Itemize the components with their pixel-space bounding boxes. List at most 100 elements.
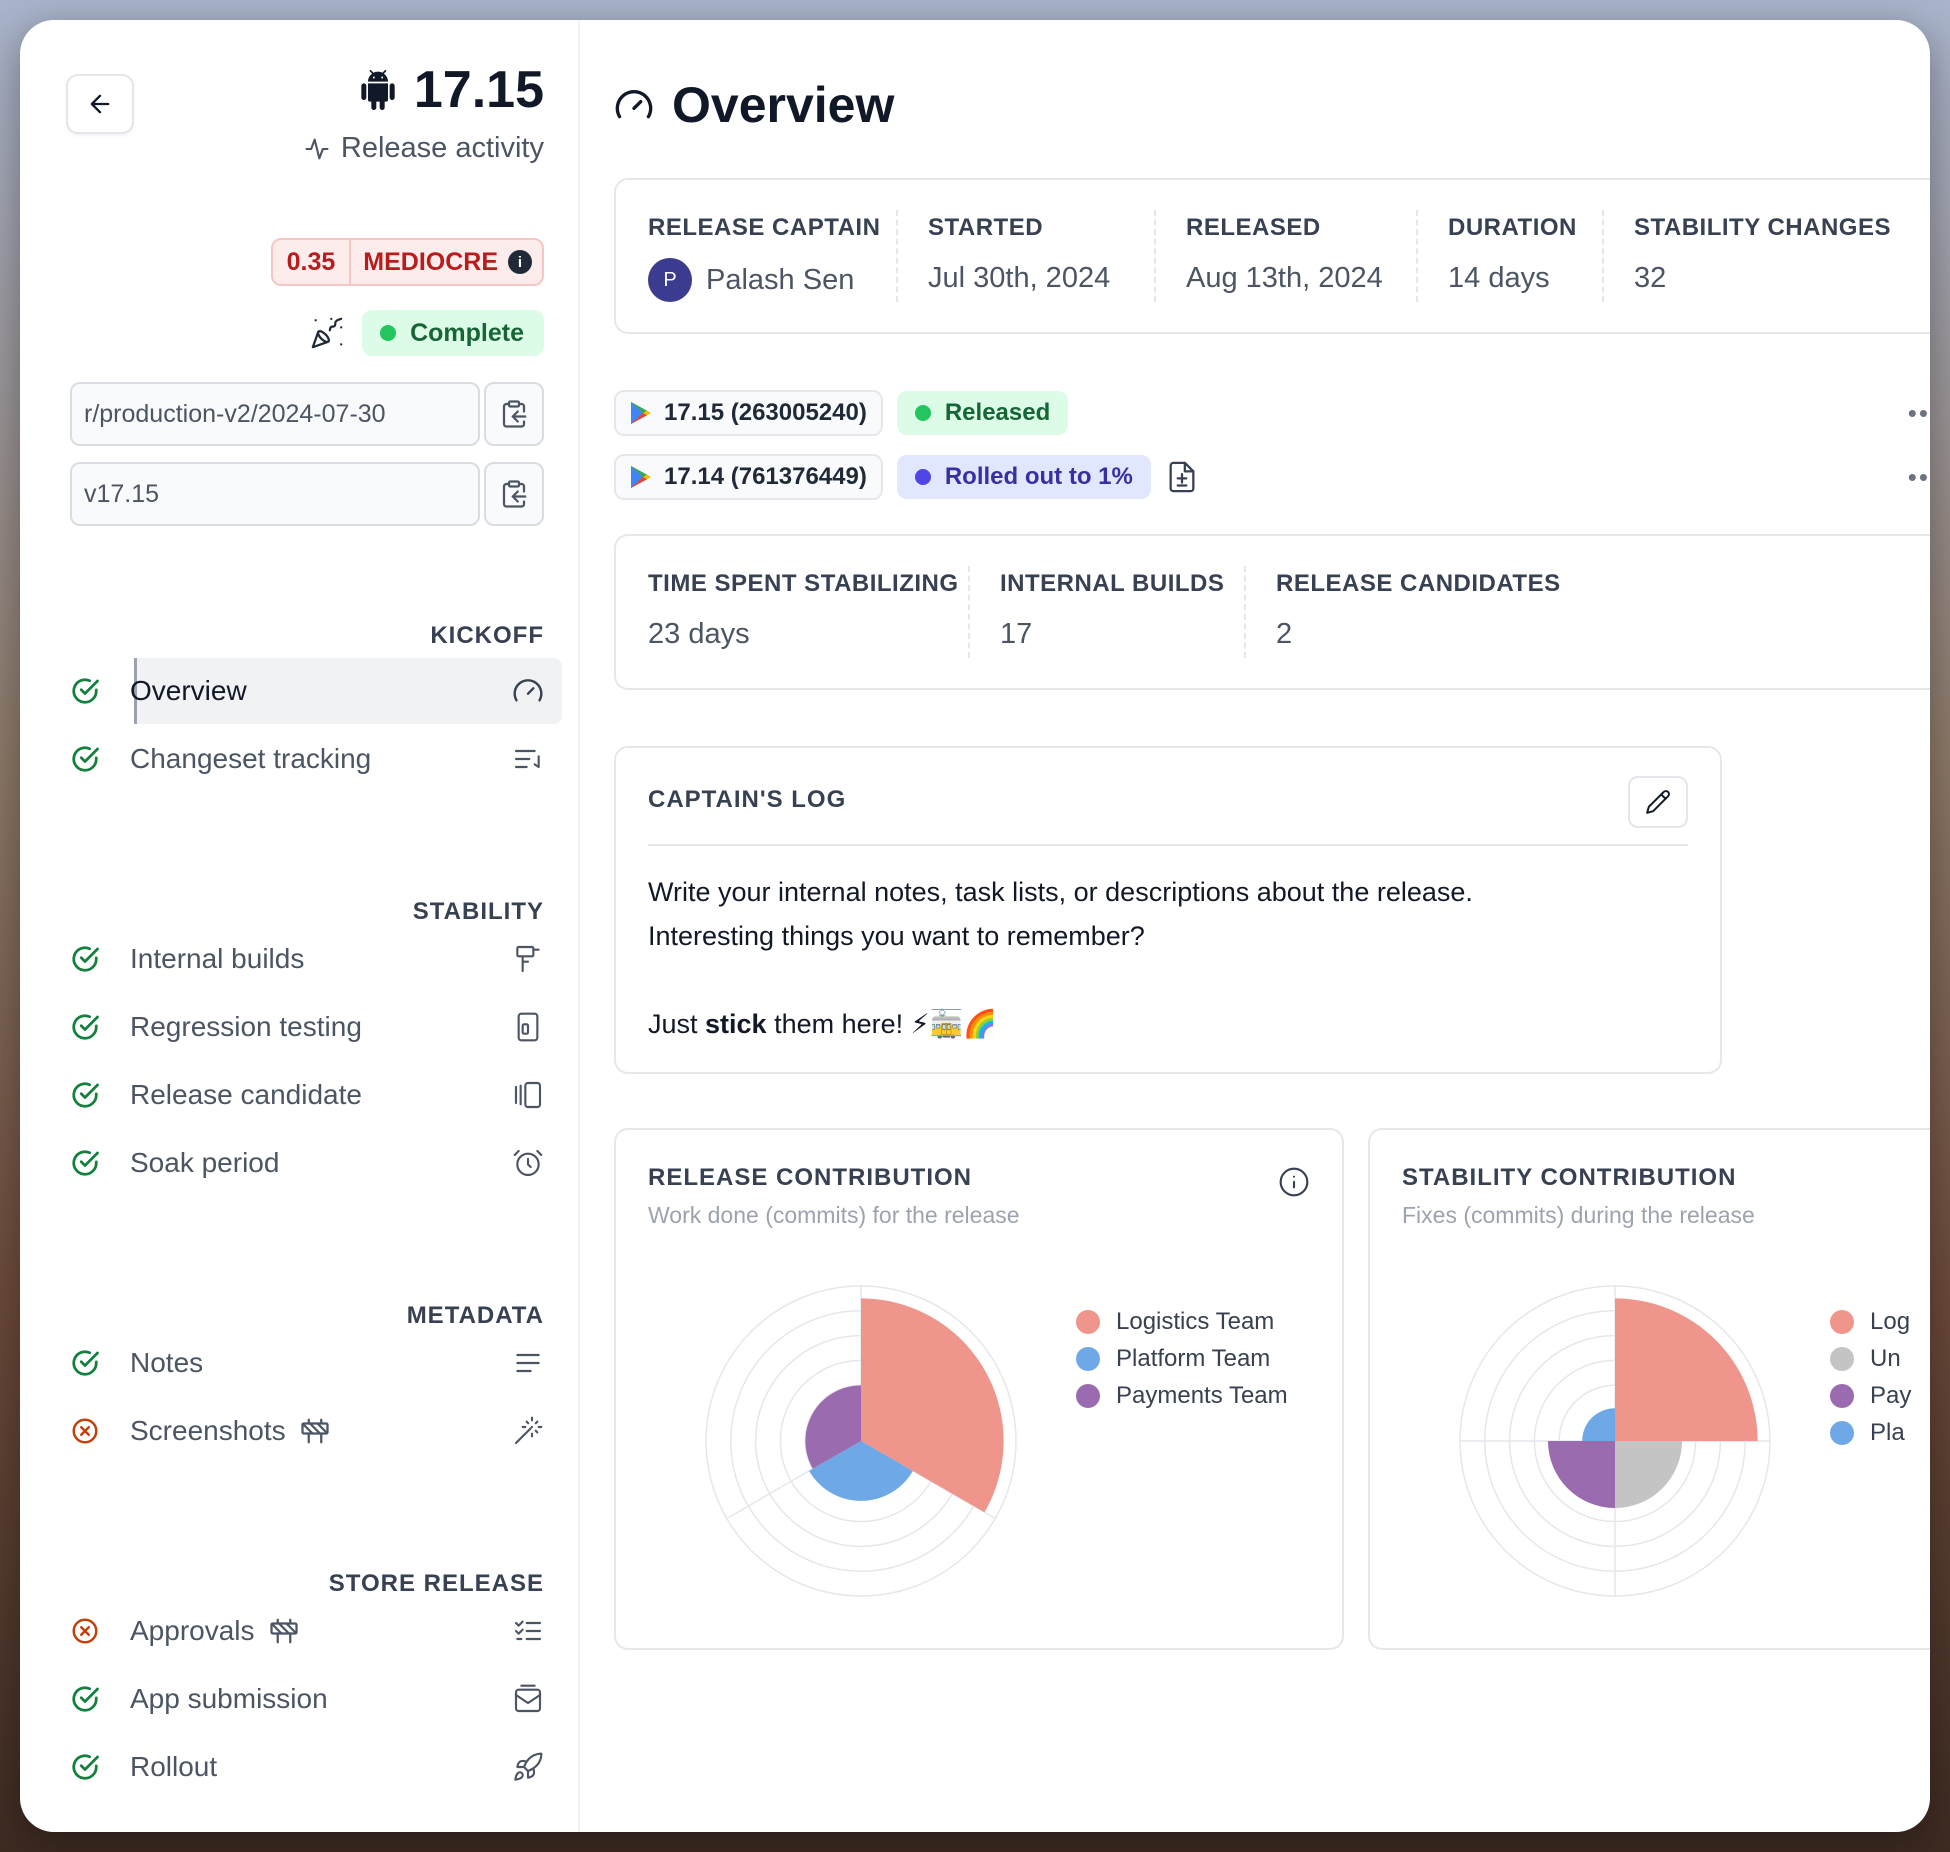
check-circle-icon [72, 1014, 99, 1040]
build-row: 17.15 (263005240) Released •• [614, 390, 1930, 436]
alarm-icon [513, 1149, 543, 1177]
text-lines-icon [516, 1353, 540, 1373]
chart-legend: Log Un Pay Pla [1830, 1308, 1911, 1446]
divider [1154, 210, 1156, 302]
more-options-icon[interactable]: •• [1908, 462, 1930, 493]
copy-branch-button[interactable] [484, 382, 544, 446]
nav-item-soak-period[interactable]: Soak period [70, 1130, 544, 1196]
captains-log-card: CAPTAIN'S LOG Write your internal notes,… [614, 746, 1722, 1074]
nav-item-internal-builds[interactable]: Internal builds [70, 926, 544, 992]
check-circle-icon [72, 946, 99, 972]
legend-item[interactable]: Pay [1830, 1382, 1911, 1409]
legend-swatch [1830, 1309, 1854, 1334]
legend-label: Pay [1870, 1381, 1912, 1409]
branch-field[interactable]: r/production-v2/2024-07-30 [70, 382, 480, 446]
build-chip[interactable]: 17.15 (263005240) [614, 390, 883, 436]
section-title-stability: STABILITY [412, 898, 544, 925]
nav-item-approvals[interactable]: Approvals [70, 1598, 544, 1664]
legend-swatch [1830, 1346, 1854, 1371]
score-badge[interactable]: 0.35 MEDIOCRE i [270, 238, 544, 286]
hammer-icon [516, 945, 540, 973]
rocket-icon [514, 1752, 543, 1781]
legend-label: Platform Team [1116, 1344, 1271, 1372]
device-icon [517, 1012, 539, 1042]
magic-wand-icon [514, 1416, 543, 1445]
nav-item-rollout[interactable]: Rollout [70, 1734, 544, 1800]
section-title-kickoff: KICKOFF [430, 622, 544, 649]
tag-field[interactable]: v17.15 [70, 462, 480, 526]
nav-item-changeset-tracking[interactable]: Changeset tracking [70, 726, 544, 792]
status-dot [380, 325, 397, 341]
chart-title: RELEASE CONTRIBUTION [648, 1164, 973, 1191]
chart-segment-log[interactable] [1615, 1298, 1758, 1441]
check-circle-icon [72, 746, 99, 772]
stat-value: 32 [1634, 262, 1667, 294]
legend-item[interactable]: Un [1830, 1345, 1911, 1372]
gauge-icon [615, 90, 653, 119]
stat-label: STARTED [928, 214, 1044, 241]
construction-barrier-icon [269, 1618, 298, 1644]
nav-item-release-candidate[interactable]: Release candidate [70, 1062, 544, 1128]
log-line: Interesting things you want to remember? [648, 921, 1145, 951]
stat-label: RELEASE CANDIDATES [1276, 570, 1561, 597]
check-circle-icon [72, 1350, 99, 1376]
stat-label: RELEASED [1186, 214, 1321, 241]
page-title-text: Overview [672, 77, 895, 133]
divider [1416, 210, 1418, 302]
legend-item[interactable]: Platform Team [1076, 1345, 1288, 1372]
x-circle-icon [72, 1618, 98, 1644]
chart-legend: Logistics Team Platform Team Payments Team [1076, 1308, 1288, 1409]
build-name: 17.15 (263005240) [664, 399, 867, 426]
score-value: 0.35 [273, 240, 352, 284]
nav-item-regression-testing[interactable]: Regression testing [70, 994, 544, 1060]
legend-swatch [1830, 1383, 1854, 1408]
back-button[interactable] [66, 74, 134, 134]
clipboard-copy-icon [502, 480, 527, 508]
branch-field-row: r/production-v2/2024-07-30 [70, 382, 544, 446]
stat-label: RELEASE CAPTAIN [648, 214, 881, 241]
log-line: Just stick them here! ⚡🚋🌈 [648, 1009, 997, 1039]
captains-log-title: CAPTAIN'S LOG [648, 786, 847, 813]
app-window: 17.15 Release activity 0.35 MEDIOCRE i Co… [20, 20, 1930, 1832]
stat-value: 2 [1276, 618, 1293, 650]
check-circle-icon [72, 1754, 99, 1780]
legend-item[interactable]: Pla [1830, 1419, 1911, 1446]
legend-swatch [1830, 1420, 1854, 1445]
file-diff-icon[interactable] [1165, 458, 1199, 496]
edit-button[interactable] [1628, 776, 1688, 828]
info-icon[interactable] [1278, 1166, 1310, 1198]
stat-value: 14 days [1448, 262, 1550, 294]
captains-log-body[interactable]: Write your internal notes, task lists, o… [648, 870, 1680, 1046]
stat-value: 17 [1000, 618, 1033, 650]
chart-segment-pla[interactable] [1582, 1408, 1615, 1441]
build-status-label: Released [944, 399, 1051, 426]
nav-label: Release candidate [130, 1079, 362, 1110]
stat-value: Aug 13th, 2024 [1186, 262, 1383, 294]
more-options-icon[interactable]: •• [1908, 398, 1930, 429]
stat-label: INTERNAL BUILDS [1000, 570, 1225, 597]
avatar: P [648, 258, 692, 302]
nav-item-overview[interactable]: Overview [70, 658, 562, 724]
legend-label: Pla [1870, 1418, 1905, 1446]
build-status-badge: Released [896, 391, 1069, 435]
stability-contribution-card: STABILITY CONTRIBUTION Fixes (commits) d… [1368, 1128, 1930, 1650]
google-play-icon [631, 466, 651, 488]
divider [1602, 210, 1604, 302]
legend-item[interactable]: Payments Team [1076, 1382, 1288, 1409]
release-activity-link[interactable]: Release activity [303, 132, 544, 165]
gauge-icon [513, 679, 543, 702]
nav-item-screenshots[interactable]: Screenshots [70, 1398, 544, 1464]
nav-label: Internal builds [130, 943, 305, 974]
nav-item-notes[interactable]: Notes [70, 1330, 544, 1396]
legend-label: Un [1870, 1344, 1901, 1372]
stability-contribution-chart [1459, 1285, 1771, 1597]
legend-item[interactable]: Log [1830, 1308, 1911, 1335]
status-dot [914, 405, 931, 421]
legend-item[interactable]: Logistics Team [1076, 1308, 1288, 1335]
nav-item-app-submission[interactable]: App submission [70, 1666, 544, 1732]
build-chip[interactable]: 17.14 (761376449) [614, 454, 883, 500]
copy-tag-button[interactable] [484, 462, 544, 526]
google-play-icon [631, 402, 651, 424]
status-dot [914, 469, 931, 485]
build-status-badge: Rolled out to 1% [896, 455, 1151, 499]
